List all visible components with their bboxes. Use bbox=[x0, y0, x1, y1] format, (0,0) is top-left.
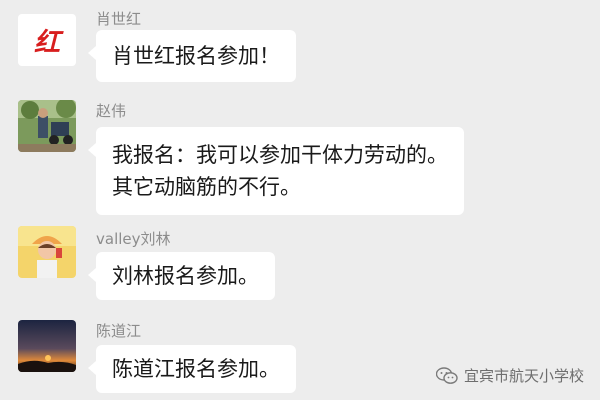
watermark-text: 宜宾市航天小学校 bbox=[463, 367, 584, 385]
avatar[interactable] bbox=[18, 226, 76, 278]
sender-name: 肖世红 bbox=[96, 10, 142, 28]
message-bubble[interactable]: 肖世红报名参加！ bbox=[88, 30, 296, 82]
message-bubble[interactable]: 刘林报名参加。 bbox=[88, 252, 275, 300]
account-watermark: 宜宾市航天小学校 bbox=[435, 365, 584, 386]
chat-window: 红 肖世红 肖世红报名参加！ 赵伟 我报名：我可以参加干体力劳动的。 其它动脑筋… bbox=[0, 0, 600, 400]
message-bubble[interactable]: 我报名：我可以参加干体力劳动的。 其它动脑筋的不行。 bbox=[88, 127, 464, 215]
girl-photo-image bbox=[18, 226, 76, 278]
avatar-logo-text: 红 bbox=[33, 27, 60, 58]
sunset-photo-image bbox=[18, 320, 76, 372]
avatar[interactable]: 红 bbox=[18, 14, 76, 66]
outdoor-photo-image bbox=[18, 100, 76, 152]
message-bubble[interactable]: 陈道江报名参加。 bbox=[88, 345, 296, 393]
avatar[interactable] bbox=[18, 320, 76, 372]
wechat-icon bbox=[435, 366, 458, 384]
avatar[interactable] bbox=[18, 100, 76, 152]
sender-name: valley刘林 bbox=[96, 230, 171, 248]
sender-name: 赵伟 bbox=[96, 102, 127, 120]
sender-name: 陈道江 bbox=[96, 322, 142, 340]
